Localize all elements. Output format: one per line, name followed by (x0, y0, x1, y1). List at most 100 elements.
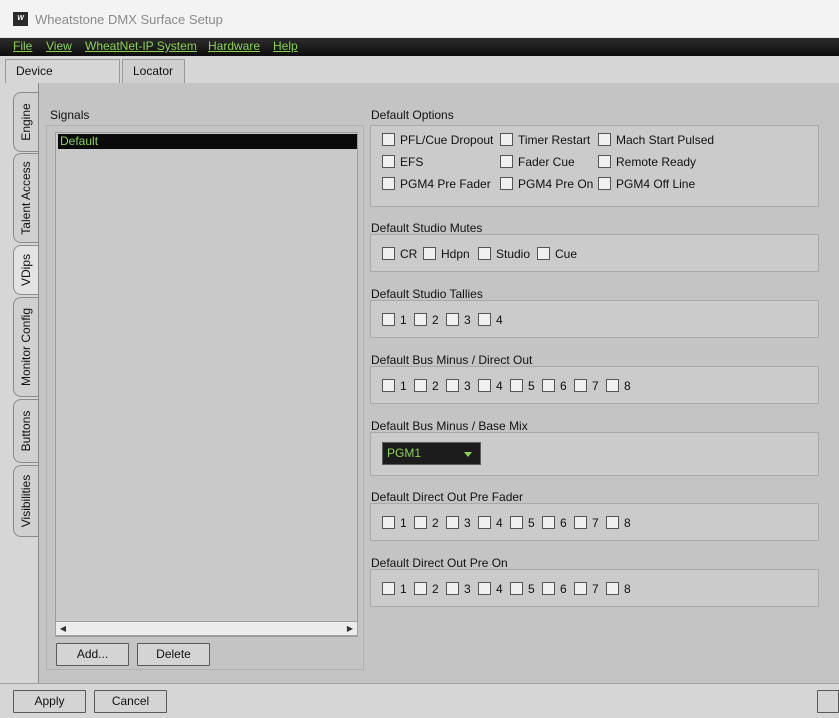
menu-view[interactable]: View (46, 39, 72, 53)
mute-studio-checkbox[interactable] (478, 247, 491, 260)
top-tab-strip: Device Properties Locator (0, 56, 839, 100)
dopf-8-label: 8 (624, 516, 631, 530)
dopf-2-checkbox[interactable] (414, 516, 427, 529)
tally-3-checkbox[interactable] (446, 313, 459, 326)
tally-1-checkbox[interactable] (382, 313, 395, 326)
delete-signal-button[interactable]: Delete (137, 643, 210, 666)
bmd-5-checkbox[interactable] (510, 379, 523, 392)
dopo-6-checkbox[interactable] (542, 582, 555, 595)
dopo-5-checkbox[interactable] (510, 582, 523, 595)
add-signal-button[interactable]: Add... (56, 643, 129, 666)
dopo-4-checkbox[interactable] (478, 582, 491, 595)
horizontal-scrollbar[interactable]: ◀ ▶ (55, 621, 358, 636)
dopo-7-checkbox[interactable] (574, 582, 587, 595)
tally-2-label: 2 (432, 313, 439, 327)
base-mix-selected: PGM1 (387, 446, 422, 460)
bmd-4-checkbox[interactable] (478, 379, 491, 392)
pgm4-pre-fader-label: PGM4 Pre Fader (400, 177, 491, 191)
side-tab-vdips[interactable]: VDips (13, 245, 38, 295)
list-item[interactable]: Default (58, 134, 357, 149)
signals-list[interactable]: Default (55, 132, 358, 637)
menu-file[interactable]: File (13, 39, 32, 53)
dopo-6-label: 6 (560, 582, 567, 596)
side-tab-visibilities[interactable]: Visibilities (13, 465, 38, 537)
pgm4-off-line-checkbox[interactable] (598, 177, 611, 190)
dopo-3-checkbox[interactable] (446, 582, 459, 595)
bmd-6-checkbox[interactable] (542, 379, 555, 392)
bmd-7-checkbox[interactable] (574, 379, 587, 392)
bmd-3-label: 3 (464, 379, 471, 393)
side-tab-vdips-label: VDips (19, 253, 33, 287)
timer-restart-label: Timer Restart (518, 133, 591, 147)
mute-hdpn-checkbox[interactable] (423, 247, 436, 260)
dopf-7-checkbox[interactable] (574, 516, 587, 529)
scroll-right-icon[interactable]: ▶ (343, 622, 357, 635)
efs-checkbox[interactable] (382, 155, 395, 168)
bmd-7-label: 7 (592, 379, 599, 393)
default-options-heading: Default Options (371, 108, 454, 122)
dopo-3-label: 3 (464, 582, 471, 596)
pgm4-pre-fader-checkbox[interactable] (382, 177, 395, 190)
dopf-1-label: 1 (400, 516, 407, 530)
dopf-6-checkbox[interactable] (542, 516, 555, 529)
dopf-7-label: 7 (592, 516, 599, 530)
bmd-6-label: 6 (560, 379, 567, 393)
title-bar: W Wheatstone DMX Surface Setup (0, 0, 839, 38)
side-tab-buttons[interactable]: Buttons (13, 399, 38, 463)
side-tab-engine-label: Engine (19, 103, 33, 141)
dopo-5-label: 5 (528, 582, 535, 596)
tab-device-properties[interactable]: Device Properties (5, 59, 120, 100)
pfl-cue-dropout-checkbox[interactable] (382, 133, 395, 146)
direct-out-pre-on-heading: Default Direct Out Pre On (371, 556, 508, 570)
dopo-1-checkbox[interactable] (382, 582, 395, 595)
chevron-down-icon (464, 452, 472, 457)
menu-bar: File View WheatNet-IP System Hardware He… (0, 38, 839, 56)
tally-2-checkbox[interactable] (414, 313, 427, 326)
dopo-8-checkbox[interactable] (606, 582, 619, 595)
bus-minus-direct-out-heading: Default Bus Minus / Direct Out (371, 353, 533, 367)
fader-cue-checkbox[interactable] (500, 155, 513, 168)
cancel-button[interactable]: Cancel (94, 690, 167, 713)
timer-restart-checkbox[interactable] (500, 133, 513, 146)
dopf-5-checkbox[interactable] (510, 516, 523, 529)
mute-cue-checkbox[interactable] (537, 247, 550, 260)
window-title: Wheatstone DMX Surface Setup (35, 12, 223, 27)
mute-cr-checkbox[interactable] (382, 247, 395, 260)
mute-studio-label: Studio (496, 247, 531, 261)
dopf-4-checkbox[interactable] (478, 516, 491, 529)
pgm4-off-line-label: PGM4 Off Line (616, 177, 696, 191)
dopo-2-label: 2 (432, 582, 439, 596)
side-tab-visibilities-label: Visibilities (19, 474, 33, 528)
dopo-7-label: 7 (592, 582, 599, 596)
bmd-5-label: 5 (528, 379, 535, 393)
side-tab-talent-access[interactable]: Talent Access (13, 153, 38, 243)
bmd-3-checkbox[interactable] (446, 379, 459, 392)
menu-hardware[interactable]: Hardware (208, 39, 260, 53)
apply-button[interactable]: Apply (13, 690, 86, 713)
dopf-6-label: 6 (560, 516, 567, 530)
dopf-1-checkbox[interactable] (382, 516, 395, 529)
menu-help[interactable]: Help (273, 39, 298, 53)
dopf-2-label: 2 (432, 516, 439, 530)
dopo-2-checkbox[interactable] (414, 582, 427, 595)
bmd-8-checkbox[interactable] (606, 379, 619, 392)
bmd-1-checkbox[interactable] (382, 379, 395, 392)
dopf-3-checkbox[interactable] (446, 516, 459, 529)
tab-locator[interactable]: Locator (122, 59, 185, 83)
side-tab-engine[interactable]: Engine (13, 92, 38, 152)
side-tab-monitor-config[interactable]: Monitor Config (13, 297, 38, 397)
mach-start-pulsed-checkbox[interactable] (598, 133, 611, 146)
bmd-2-checkbox[interactable] (414, 379, 427, 392)
tally-4-checkbox[interactable] (478, 313, 491, 326)
scroll-left-icon[interactable]: ◀ (56, 622, 70, 635)
base-mix-dropdown[interactable]: PGM1 (382, 442, 481, 465)
dopo-1-label: 1 (400, 582, 407, 596)
dopf-3-label: 3 (464, 516, 471, 530)
pgm4-pre-on-checkbox[interactable] (500, 177, 513, 190)
dopf-4-label: 4 (496, 516, 503, 530)
cutoff-button[interactable] (817, 690, 839, 713)
remote-ready-checkbox[interactable] (598, 155, 611, 168)
menu-wheatnet-ip-system[interactable]: WheatNet-IP System (85, 39, 197, 53)
dopf-8-checkbox[interactable] (606, 516, 619, 529)
mute-cue-label: Cue (555, 247, 578, 261)
